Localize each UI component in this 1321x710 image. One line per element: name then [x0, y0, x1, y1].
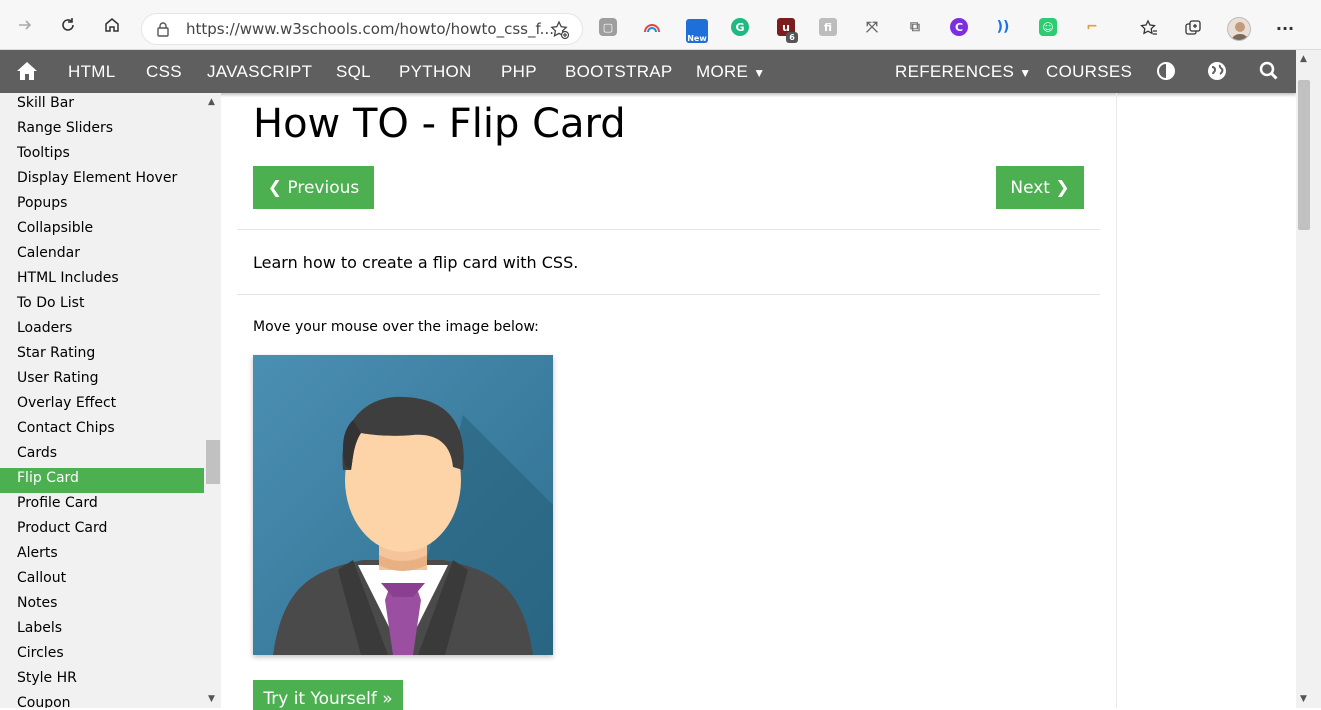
- next-button[interactable]: Next ❯: [996, 166, 1084, 209]
- globe-icon[interactable]: [1207, 61, 1229, 83]
- nav-html[interactable]: HTML: [68, 62, 115, 82]
- sidebar-item-coupon[interactable]: Coupon: [0, 693, 204, 708]
- clip-extension-icon[interactable]: ⧉: [906, 18, 924, 36]
- more-menu-icon[interactable]: ···: [1274, 17, 1296, 39]
- office-extension-icon[interactable]: ▢: [599, 18, 617, 36]
- new-extension-icon[interactable]: New: [686, 19, 708, 43]
- sidebar-item-star-rating[interactable]: Star Rating: [0, 343, 204, 368]
- nav-php[interactable]: PHP: [501, 62, 537, 82]
- sidebar-item-cards[interactable]: Cards: [0, 443, 204, 468]
- contrast-icon[interactable]: [1156, 61, 1178, 83]
- sidebar-item-range-sliders[interactable]: Range Sliders: [0, 118, 204, 143]
- nav-css[interactable]: CSS: [146, 62, 182, 82]
- forward-icon[interactable]: [14, 14, 36, 36]
- lock-icon[interactable]: [156, 21, 170, 41]
- hint-text: Move your mouse over the image below:: [253, 319, 539, 335]
- new-badge: New: [687, 34, 707, 43]
- collections-icon[interactable]: [1182, 17, 1204, 39]
- scroll-down-icon[interactable]: ▼: [208, 694, 215, 704]
- nav-courses[interactable]: COURSES: [1046, 62, 1132, 82]
- home-icon[interactable]: [16, 61, 38, 83]
- sidebar-item-profile-card[interactable]: Profile Card: [0, 493, 204, 518]
- site-topnav: HTML CSS JAVASCRIPT SQL PYTHON PHP BOOTS…: [0, 50, 1296, 93]
- nav-more[interactable]: MORE ▼: [696, 62, 765, 82]
- rainbow-extension-icon[interactable]: [643, 18, 661, 36]
- main-content: How TO - Flip Card ❮ Previous Next ❯ Lea…: [237, 93, 1100, 710]
- favorite-add-icon[interactable]: [550, 20, 570, 44]
- sidebar-item-html-includes[interactable]: HTML Includes: [0, 268, 204, 293]
- search-icon[interactable]: [1259, 61, 1281, 83]
- sidebar-item-calendar[interactable]: Calendar: [0, 243, 204, 268]
- nav-references-label: REFERENCES: [895, 62, 1015, 81]
- sidebar-item-style-hr[interactable]: Style HR: [0, 668, 204, 693]
- divider: [237, 294, 1100, 295]
- page-scrollbar[interactable]: ▲ ▼: [1296, 50, 1321, 708]
- sidebar-item-skill-bar[interactable]: Skill Bar: [0, 93, 204, 118]
- sidebar-item-contact-chips[interactable]: Contact Chips: [0, 418, 204, 443]
- favorites-icon[interactable]: [1138, 17, 1160, 39]
- sidebar-item-popups[interactable]: Popups: [0, 193, 204, 218]
- sidebar-item-callout[interactable]: Callout: [0, 568, 204, 593]
- sidebar-item-tooltips[interactable]: Tooltips: [0, 143, 204, 168]
- nav-javascript[interactable]: JAVASCRIPT: [207, 62, 312, 82]
- read-aloud-icon[interactable]: )): [994, 18, 1012, 36]
- browser-toolbar: https://www.w3schools.com/howto/howto_cs…: [0, 0, 1321, 50]
- page-scroll-thumb[interactable]: [1298, 80, 1310, 230]
- fn-extension-icon[interactable]: fi: [819, 18, 837, 36]
- sidebar-item-loaders[interactable]: Loaders: [0, 318, 204, 343]
- url-text: https://www.w3schools.com/howto/howto_cs…: [186, 20, 554, 38]
- reload-icon[interactable]: [57, 14, 79, 36]
- sidebar-item-display-element-hover[interactable]: Display Element Hover: [0, 168, 204, 193]
- previous-button[interactable]: ❮ Previous: [253, 166, 374, 209]
- sidebar-item-product-card[interactable]: Product Card: [0, 518, 204, 543]
- try-it-yourself-button[interactable]: Try it Yourself »: [253, 680, 403, 710]
- flip-card-avatar-image[interactable]: [253, 355, 553, 655]
- sidebar-item-overlay-effect[interactable]: Overlay Effect: [0, 393, 204, 418]
- sidebar-item-notes[interactable]: Notes: [0, 593, 204, 618]
- nav-python[interactable]: PYTHON: [399, 62, 472, 82]
- address-bar[interactable]: https://www.w3schools.com/howto/howto_cs…: [141, 13, 583, 45]
- nav-bootstrap[interactable]: BOOTSTRAP: [565, 62, 673, 82]
- sidebar-item-collapsible[interactable]: Collapsible: [0, 218, 204, 243]
- expand-icon[interactable]: ⤧: [863, 18, 881, 36]
- sidebar-item-labels[interactable]: Labels: [0, 618, 204, 643]
- scroll-up-icon[interactable]: ▲: [1300, 54, 1307, 64]
- smile-extension-icon[interactable]: ☺: [1039, 18, 1057, 36]
- ublock-count-badge: 6: [786, 32, 798, 43]
- divider: [237, 229, 1100, 230]
- nav-sql[interactable]: SQL: [336, 62, 371, 82]
- profile-avatar[interactable]: [1227, 17, 1251, 41]
- page-title: How TO - Flip Card: [253, 101, 626, 147]
- scroll-down-icon[interactable]: ▼: [1300, 694, 1307, 704]
- sidebar-item-flip-card[interactable]: Flip Card: [0, 468, 204, 493]
- sidebar-menu: Skill Bar Range Sliders Tooltips Display…: [0, 93, 221, 708]
- sidebar-scrollbar[interactable]: ▲ ▼: [205, 93, 221, 708]
- sidebar-scroll-thumb[interactable]: [206, 440, 220, 484]
- home-icon[interactable]: [101, 14, 123, 36]
- c-extension-icon[interactable]: C: [950, 18, 968, 36]
- sidebar-item-user-rating[interactable]: User Rating: [0, 368, 204, 393]
- scroll-up-icon[interactable]: ▲: [208, 97, 215, 107]
- grammarly-icon[interactable]: G: [731, 18, 749, 36]
- nav-more-label: MORE: [696, 62, 749, 81]
- intro-text: Learn how to create a flip card with CSS…: [253, 253, 579, 272]
- brush-extension-icon[interactable]: ⌐: [1083, 18, 1101, 36]
- sidebar-item-to-do-list[interactable]: To Do List: [0, 293, 204, 318]
- nav-references[interactable]: REFERENCES ▼: [895, 62, 1031, 82]
- sidebar-item-alerts[interactable]: Alerts: [0, 543, 204, 568]
- sidebar-item-circles[interactable]: Circles: [0, 643, 204, 668]
- caret-down-icon: ▼: [1019, 66, 1032, 80]
- right-column-border: [1116, 93, 1117, 708]
- caret-down-icon: ▼: [753, 66, 766, 80]
